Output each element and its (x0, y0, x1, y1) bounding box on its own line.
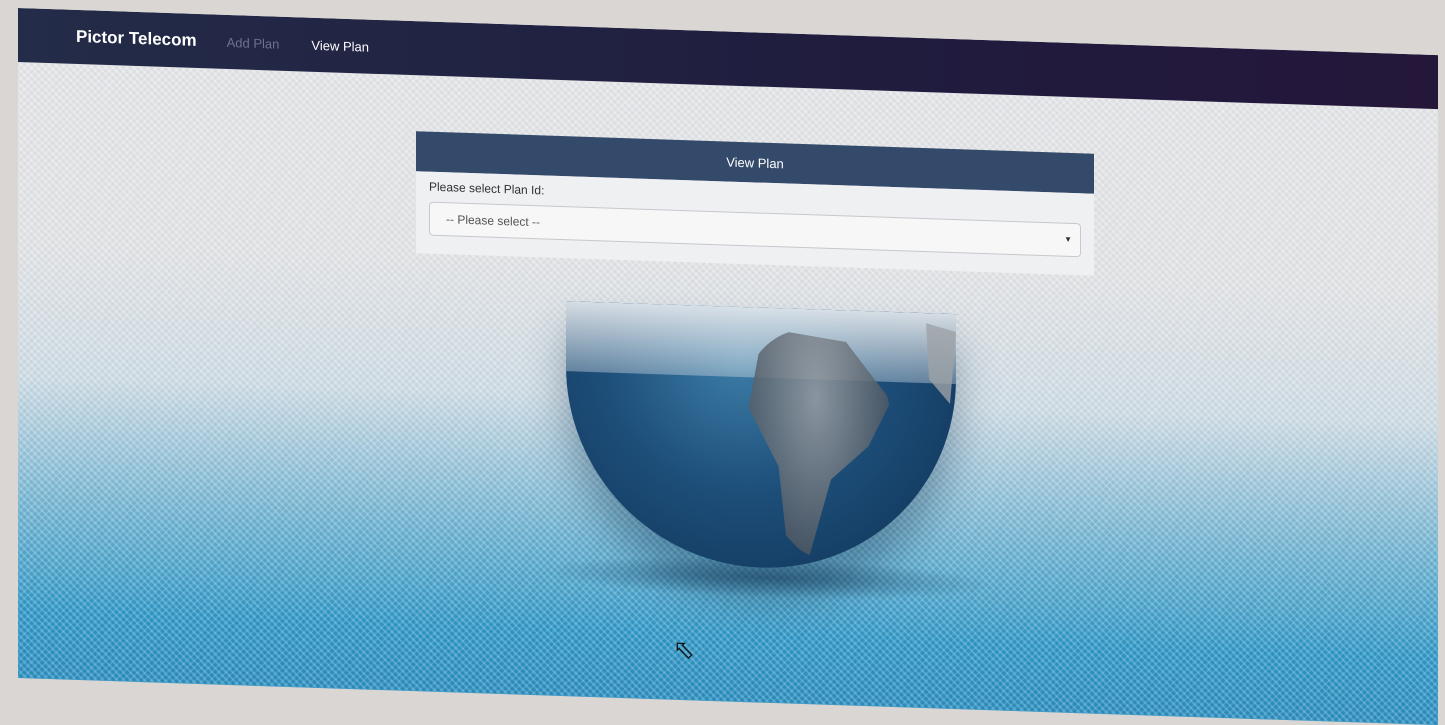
mouse-pointer-icon: ⬁ (673, 633, 695, 665)
nav-add-plan[interactable]: Add Plan (227, 34, 280, 51)
view-plan-panel: View Plan Please select Plan Id: -- Plea… (416, 131, 1094, 276)
plan-id-select-value: -- Please select -- (446, 212, 541, 230)
browser-screen: Pictor Telecom Add Plan View Plan View P… (18, 8, 1438, 725)
top-navbar: Pictor Telecom Add Plan View Plan (18, 8, 1438, 110)
caret-down-icon: ▼ (1064, 234, 1072, 244)
brand-title[interactable]: Pictor Telecom (76, 27, 197, 51)
nav-view-plan[interactable]: View Plan (311, 37, 369, 54)
globe-background-image (566, 301, 956, 575)
continent-shape-east (926, 323, 956, 404)
